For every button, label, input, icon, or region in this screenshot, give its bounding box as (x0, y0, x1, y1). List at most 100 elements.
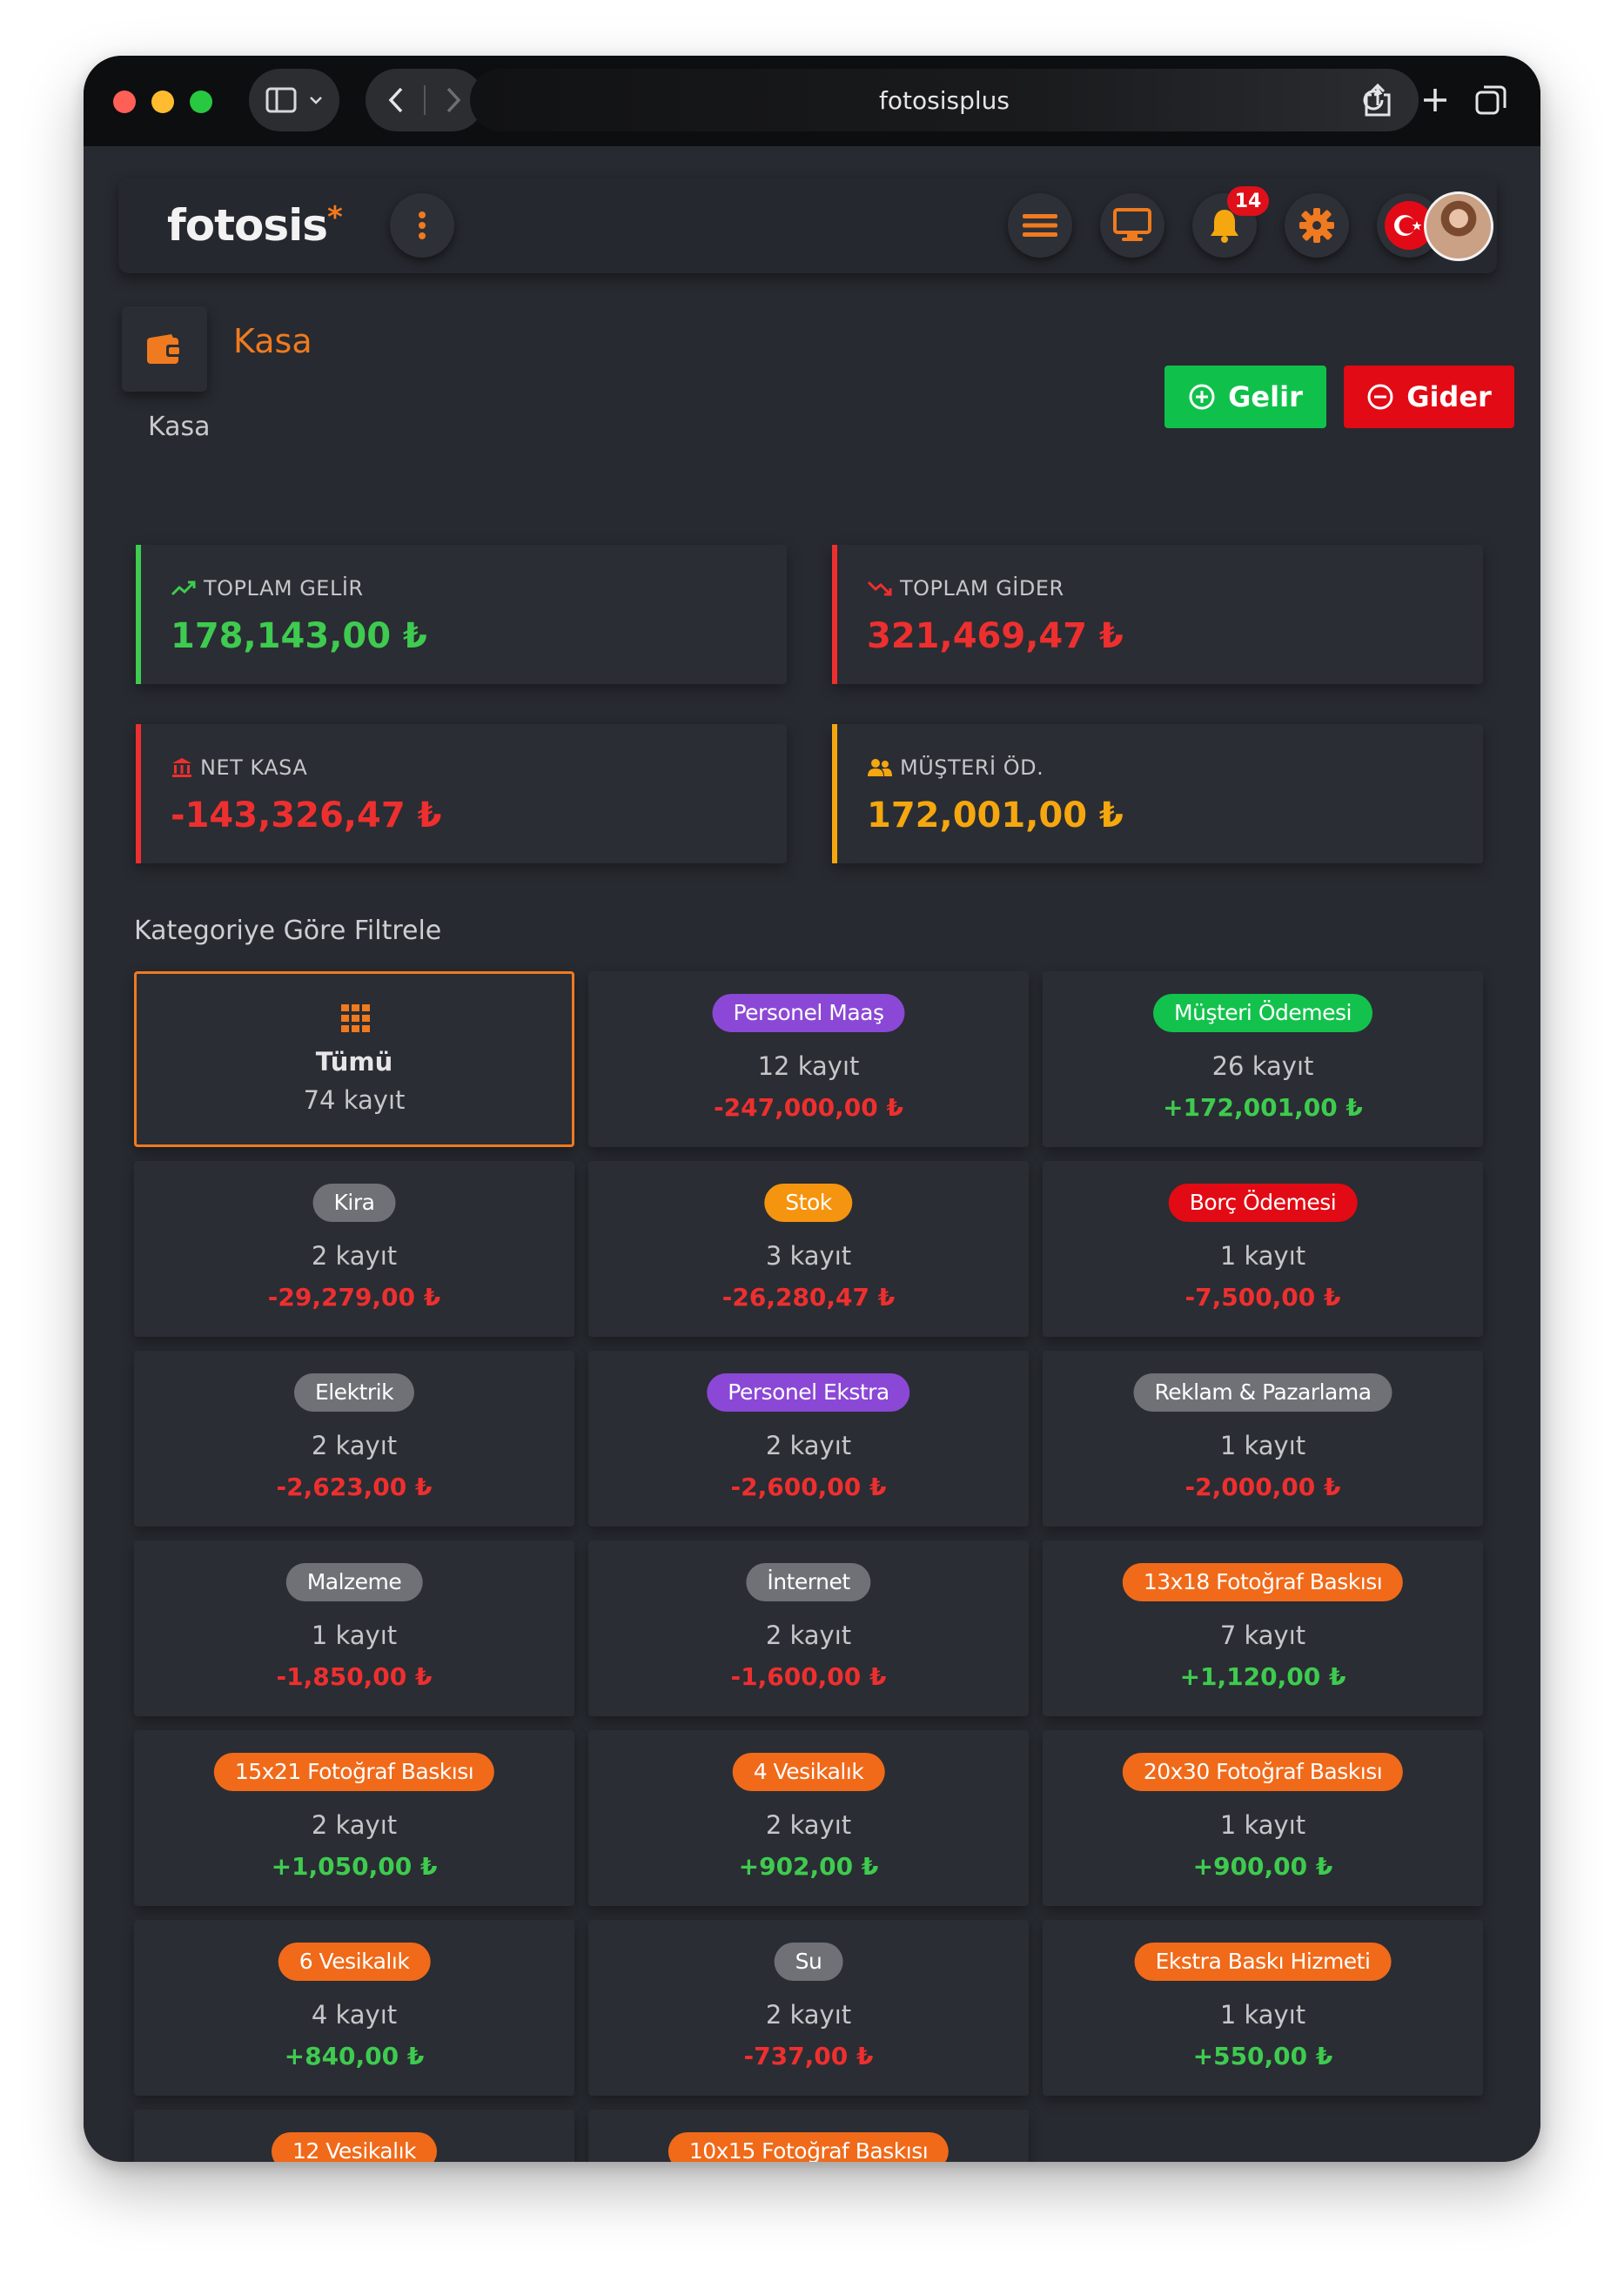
category-pill: 15x21 Fotoğraf Baskısı (213, 1753, 495, 1791)
settings-button[interactable] (1285, 193, 1349, 258)
user-avatar[interactable] (1424, 191, 1493, 261)
category-card-all[interactable]: Tümü 74 kayıt (134, 971, 574, 1147)
sidebar-toggle-button[interactable] (249, 69, 339, 131)
category-amount: +900,00 ₺ (1192, 1852, 1333, 1881)
category-card[interactable]: 10x15 Fotoğraf Baskısı2 kayıt (588, 2110, 1029, 2162)
category-card[interactable]: 6 Vesikalık 4 kayıt +840,00 ₺ (134, 1920, 574, 2096)
category-amount: -1,850,00 ₺ (276, 1662, 433, 1691)
category-amount: +902,00 ₺ (738, 1852, 879, 1881)
category-pill: Stok (764, 1184, 853, 1222)
filter-section-title: Kategoriye Göre Filtrele (134, 916, 442, 946)
zoom-window-button[interactable] (190, 91, 212, 113)
category-pill: Borç Ödemesi (1168, 1184, 1358, 1222)
category-pill: Su (774, 1943, 843, 1981)
menu-button[interactable] (1008, 193, 1072, 258)
more-menu-button[interactable] (390, 193, 454, 258)
back-icon[interactable] (387, 86, 405, 114)
category-card[interactable]: Personel Maaş 12 kayıt -247,000,00 ₺ (588, 971, 1029, 1147)
hamburger-icon (1023, 214, 1057, 237)
category-pill: Personel Ekstra (707, 1373, 910, 1412)
category-card[interactable]: Stok 3 kayıt -26,280,47 ₺ (588, 1161, 1029, 1337)
category-amount: +1,120,00 ₺ (1179, 1662, 1346, 1691)
category-card[interactable]: Personel Ekstra 2 kayıt -2,600,00 ₺ (588, 1351, 1029, 1527)
category-count: 12 kayıt (757, 1051, 860, 1081)
browser-titlebar: fotosisplus (84, 56, 1540, 146)
category-pill: İnternet (746, 1563, 871, 1601)
category-count: 2 kayıt (765, 1810, 852, 1840)
stat-label: TOPLAM GİDER (867, 576, 1064, 601)
category-card[interactable]: İnternet 2 kayıt -1,600,00 ₺ (588, 1540, 1029, 1716)
category-count: 26 kayıt (1211, 1051, 1314, 1081)
stat-accent-bar (136, 545, 141, 684)
chevron-down-icon (310, 97, 322, 104)
category-pill: 12 Vesikalık (272, 2132, 437, 2162)
category-amount: +1,050,00 ₺ (271, 1852, 438, 1881)
logo-text: fotosis (167, 200, 328, 251)
stat-label-text: NET KASA (200, 755, 308, 780)
stat-label-text: TOPLAM GELİR (204, 576, 364, 601)
page-title: Kasa (233, 322, 312, 360)
category-card[interactable]: 20x30 Fotoğraf Baskısı 1 kayıt +900,00 ₺ (1043, 1730, 1483, 1906)
monitor-icon (1113, 208, 1151, 241)
add-expense-button[interactable]: Gider (1344, 366, 1514, 428)
category-amount: -7,500,00 ₺ (1184, 1283, 1341, 1312)
history-nav (366, 69, 484, 131)
category-card[interactable]: Su 2 kayıt -737,00 ₺ (588, 1920, 1029, 2096)
add-income-label: Gelir (1228, 380, 1303, 413)
category-count: 2 kayıt (765, 2000, 852, 2030)
grid-icon (341, 1004, 370, 1032)
category-pill: 20x30 Fotoğraf Baskısı (1122, 1753, 1404, 1791)
category-count: 3 kayıt (765, 1241, 852, 1271)
category-pill: Kira (312, 1184, 396, 1222)
stat-label: MÜŞTERİ ÖD. (867, 755, 1044, 780)
category-card[interactable]: Malzeme 1 kayıt -1,850,00 ₺ (134, 1540, 574, 1716)
stat-label-text: MÜŞTERİ ÖD. (900, 755, 1044, 780)
url-text: fotosisplus (879, 85, 1010, 115)
category-card[interactable]: Elektrik 2 kayıt -2,623,00 ₺ (134, 1351, 574, 1527)
category-card[interactable]: 4 Vesikalık 2 kayıt +902,00 ₺ (588, 1730, 1029, 1906)
category-all-count: 74 kayıt (303, 1085, 406, 1115)
minimize-window-button[interactable] (151, 91, 174, 113)
plus-circle-icon (1189, 384, 1215, 410)
stat-label-text: TOPLAM GİDER (900, 576, 1064, 601)
category-count: 2 kayıt (311, 1431, 398, 1460)
category-pill: 4 Vesikalık (732, 1753, 885, 1791)
new-tab-button[interactable] (1415, 80, 1455, 120)
forward-icon[interactable] (445, 86, 462, 114)
category-card[interactable]: Kira 2 kayıt -29,279,00 ₺ (134, 1161, 574, 1337)
category-amount: -26,280,47 ₺ (721, 1283, 896, 1312)
brand-logo[interactable]: fotosis* (167, 200, 343, 251)
close-window-button[interactable] (113, 91, 136, 113)
category-card[interactable]: Reklam & Pazarlama 1 kayıt -2,000,00 ₺ (1043, 1351, 1483, 1527)
stat-value: 172,001,00 ₺ (867, 795, 1124, 836)
category-amount: +172,001,00 ₺ (1163, 1093, 1363, 1122)
notifications-button[interactable]: 14 (1192, 186, 1269, 258)
category-pill: Müşteri Ödemesi (1153, 994, 1372, 1032)
stat-accent-bar (136, 724, 141, 863)
tab-overview-button[interactable] (1471, 80, 1511, 120)
stat-label: NET KASA (171, 755, 307, 780)
category-amount: -247,000,00 ₺ (714, 1093, 903, 1122)
category-card[interactable]: Ekstra Baskı Hizmeti 1 kayıt +550,00 ₺ (1043, 1920, 1483, 2096)
category-card[interactable]: Borç Ödemesi 1 kayıt -7,500,00 ₺ (1043, 1161, 1483, 1337)
category-card[interactable]: 13x18 Fotoğraf Baskısı 7 kayıt +1,120,00 ₺ (1043, 1540, 1483, 1716)
category-card[interactable]: Müşteri Ödemesi 26 kayıt +172,001,00 ₺ (1043, 971, 1483, 1147)
category-count: 1 kayıt (1219, 1431, 1306, 1460)
category-pill: 13x18 Fotoğraf Baskısı (1122, 1563, 1404, 1601)
trend-up-icon (171, 580, 196, 596)
category-amount: -737,00 ₺ (743, 2042, 874, 2070)
category-count: 1 kayıt (1219, 1810, 1306, 1840)
stat-card-net-cash: NET KASA -143,326,47 ₺ (136, 724, 787, 863)
address-bar[interactable]: fotosisplus (470, 69, 1419, 131)
category-all-label: Tümü (315, 1047, 393, 1077)
share-button[interactable] (1358, 80, 1398, 120)
add-income-button[interactable]: Gelir (1164, 366, 1326, 428)
category-count: 2 kayıt (311, 1810, 398, 1840)
display-button[interactable] (1100, 193, 1164, 258)
stat-card-total-income: TOPLAM GELİR 178,143,00 ₺ (136, 545, 787, 684)
category-card[interactable]: 12 Vesikalık1 kayıt (134, 2110, 574, 2162)
dots-vertical-icon (419, 211, 426, 239)
sidebar-icon (265, 87, 297, 113)
category-card[interactable]: 15x21 Fotoğraf Baskısı 2 kayıt +1,050,00 ₺ (134, 1730, 574, 1906)
category-pill: Reklam & Pazarlama (1133, 1373, 1392, 1412)
